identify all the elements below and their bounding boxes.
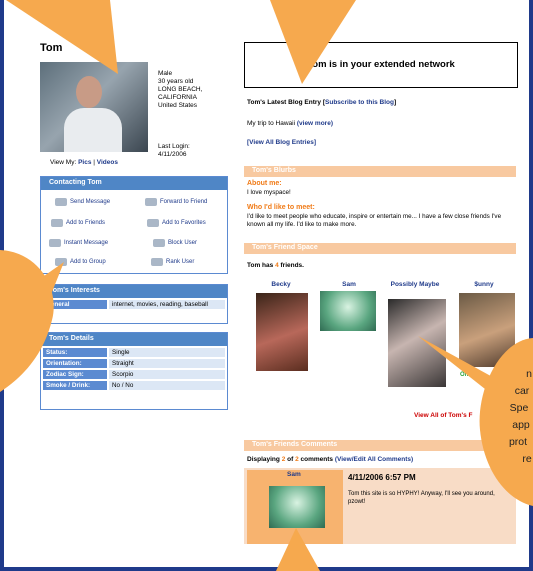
callout-pointer-top-left [6,0,118,74]
callout-overlays [0,0,533,571]
callout-line: n [526,368,532,380]
callout-text: n car Spe app prot re [486,366,533,468]
callout-pointer-top-right [270,0,356,84]
callout-bubble-left [0,250,54,392]
callout-line: prot [508,436,528,448]
callout-line: Spe [509,402,529,414]
callout-pointer-bottom [276,528,320,571]
callout-line: re [522,453,532,465]
callout-line: app [512,419,530,431]
callout-line: car [514,385,530,397]
